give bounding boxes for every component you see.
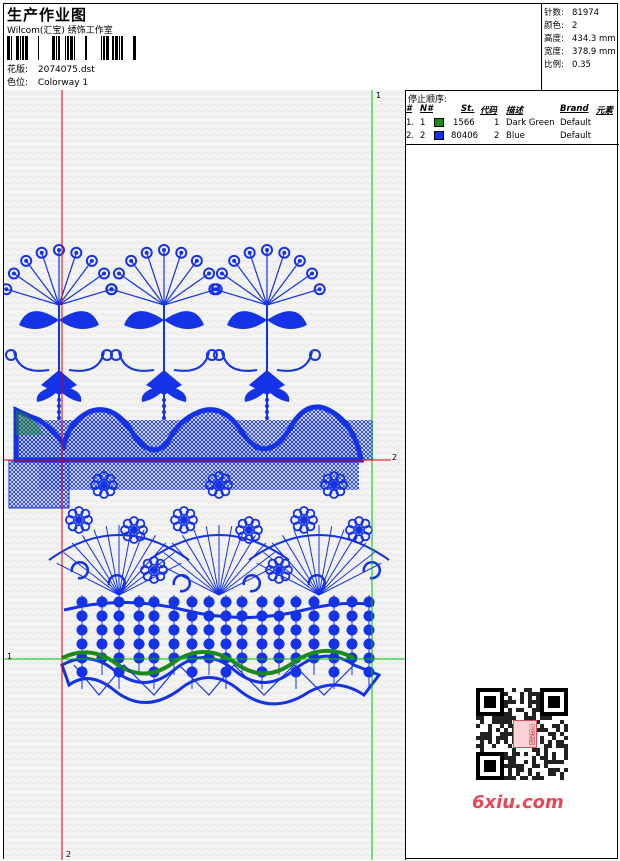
table-row[interactable]: 1. 1 1566 1 Dark Green Default [406,118,619,130]
row-description: Dark Green [506,118,555,128]
guide-label-bottom: 2 [66,850,72,859]
table-row[interactable]: 2. 2 80406 2 Blue Default [406,131,619,143]
stat-value: 2 [572,21,578,31]
colorway-value: Colorway 1 [37,78,89,88]
row-code: 2 [494,131,500,141]
col-index: # [406,104,412,114]
col-stitches: St. [461,104,475,114]
col-element: 元素 [596,106,614,116]
row-description: Blue [506,131,525,141]
watermark-text: 6xiu.com [472,792,564,813]
company-name: Wilcom(汇宝) 绣饰工作室 [7,26,113,36]
stat-value: 81974 [572,8,600,18]
stat-colors: 颜色: 2 [544,19,577,31]
row-index: 2. [406,131,415,141]
divider [406,144,619,145]
stat-label: 针数: [544,8,564,18]
stat-label: 比例: [544,60,564,70]
barcode-icon [7,36,136,60]
design-line: 花版: 2074075.dst [7,62,95,75]
row-brand: Default [560,131,592,141]
row-stitches: 80406 [451,131,479,141]
design-canvas[interactable]: 1 2 1 2 [4,90,406,860]
stats-panel: 针数: 81974 颜色: 2 高度: 434.3 mm 宽度: 378.9 mm 比例… [541,4,620,90]
guide-label-right: 2 [392,453,398,462]
stat-stitches: 针数: 81974 [544,6,599,18]
row-brand: Default [560,118,592,128]
row-index: 1. [406,118,415,128]
col-code: 代码 [480,106,498,116]
col-needle: N# [420,104,434,114]
embroidery-preview [4,90,405,860]
stat-height: 高度: 434.3 mm [544,32,616,44]
page-title: 生产作业图 [7,6,88,24]
guide-label-top: 1 [376,91,382,100]
row-stitches: 1566 [453,118,475,128]
stat-label: 宽度: [544,47,564,57]
stat-value: 0.35 [572,60,591,70]
colorway-label: 色位: [7,78,29,88]
stop-sequence-panel: 停止顺序: # N# St. 代码 描述 Brand 元素 1. 1 1566 … [406,90,619,860]
design-value: 2074075.dst [37,65,95,75]
stat-label: 高度: [544,34,564,44]
col-description: 描述 [506,106,524,116]
stat-value: 378.9 mm [572,47,616,57]
design-label: 花版: [7,65,29,75]
col-brand: Brand [560,104,589,114]
watermark-stamp: 汉语图 [513,720,537,748]
stat-value: 434.3 mm [572,34,616,44]
guide-label-left: 1 [7,652,13,661]
colorway-line: 色位: Colorway 1 [7,75,88,88]
color-swatch-icon [434,131,444,140]
row-needle: 2 [420,131,426,141]
stat-label: 颜色: [544,21,564,31]
header: 生产作业图 Wilcom(汇宝) 绣饰工作室 花版: 2074075.dst 色… [4,4,619,91]
stat-width: 宽度: 378.9 mm [544,45,616,57]
color-swatch-icon [434,118,444,127]
worksheet-frame: 生产作业图 Wilcom(汇宝) 绣饰工作室 花版: 2074075.dst 色… [3,3,619,860]
row-needle: 1 [420,118,426,128]
row-code: 1 [494,118,500,128]
stat-scale: 比例: 0.35 [544,58,591,70]
